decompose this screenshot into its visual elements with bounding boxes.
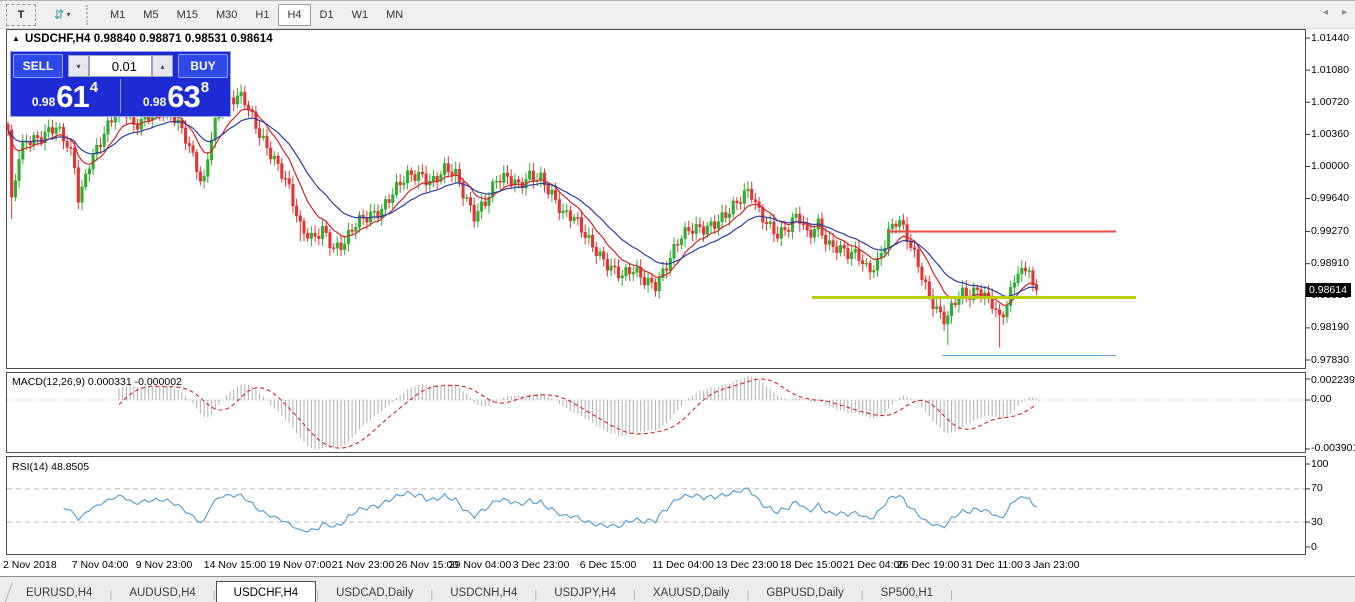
- time-axis-label: 11 Dec 04:00: [652, 559, 714, 571]
- price-tick-label: 0.99270: [1311, 225, 1349, 237]
- macd-value-main: 0.000331: [88, 376, 132, 388]
- macd-pane[interactable]: [6, 372, 1306, 453]
- time-axis-label: 7 Nov 04:00: [72, 559, 129, 571]
- rsi-indicator-label: RSI(14) 48.8505: [12, 461, 89, 473]
- time-axis-label: 13 Dec 23:00: [716, 559, 778, 571]
- volume-input[interactable]: 0.01: [89, 55, 152, 77]
- time-axis-label: 2 Nov 2018: [3, 559, 57, 571]
- chart-tab-gbpusd-daily[interactable]: GBPUSD,Daily: [749, 583, 860, 602]
- chart-symbol-header: ▲ USDCHF,H4 0.98840 0.98871 0.98531 0.986…: [12, 33, 273, 45]
- price-tick-label: 1.00000: [1311, 160, 1349, 172]
- mt4-application-window: T ⇵ ▾ M1M5M15M30H1H4D1W1MN ▲ USDCHF,H4 0.…: [0, 0, 1355, 602]
- time-axis-label: 6 Dec 15:00: [580, 559, 637, 571]
- time-axis-label: 3 Dec 23:00: [513, 559, 570, 571]
- price-tick-label: 0.99640: [1311, 192, 1349, 204]
- one-click-trading-panel: SELL ▾ 0.01 ▴ BUY 0.98 61 4 0.98 63 8: [10, 51, 231, 117]
- ohlc-open: 0.98840: [94, 33, 136, 45]
- sell-quote[interactable]: 0.98 61 4: [13, 79, 117, 113]
- sell-price-small: 0.98: [32, 95, 55, 109]
- tab-scroll-left-icon[interactable]: ◂: [1323, 7, 1328, 18]
- tab-scroll-controls: ◂ ▸: [1323, 7, 1347, 18]
- symbol-label: USDCHF,H4: [25, 33, 90, 45]
- buy-price-big: 63: [167, 82, 199, 112]
- timeframe-button-w1[interactable]: W1: [343, 4, 378, 26]
- sell-price-big: 61: [56, 82, 88, 112]
- current-price-tag: 0.98614: [1306, 283, 1351, 297]
- rsi-pane[interactable]: [6, 456, 1306, 555]
- buy-price-sup: 8: [201, 79, 209, 96]
- rsi-name: RSI(14): [12, 461, 48, 473]
- timeframe-button-m5[interactable]: M5: [134, 4, 167, 26]
- macd-axis-bottom: -0.003901: [1311, 442, 1355, 454]
- chart-tab-sp500-h1[interactable]: SP500,H1: [864, 583, 950, 602]
- macd-indicator-label: MACD(12,26,9) 0.000331 -0.000002: [12, 376, 182, 388]
- volume-increase-button[interactable]: ▴: [152, 55, 173, 77]
- cycle-arrows-icon: ⇵: [54, 7, 65, 23]
- toolbar: T ⇵ ▾ M1M5M15M30H1H4D1W1MN: [0, 1, 1355, 29]
- price-tick-label: 1.00360: [1311, 128, 1349, 140]
- timeframe-button-m30[interactable]: M30: [207, 4, 246, 26]
- price-tick-label: 1.01080: [1311, 64, 1349, 76]
- text-tool-button[interactable]: T: [6, 4, 36, 26]
- timeframe-button-mn[interactable]: MN: [377, 4, 412, 26]
- timeframe-button-group: M1M5M15M30H1H4D1W1MN: [101, 4, 412, 26]
- time-axis-label: 18 Dec 15:00: [780, 559, 842, 571]
- rsi-axis-label: 30: [1311, 516, 1323, 528]
- timeframe-button-h4[interactable]: H4: [278, 4, 310, 26]
- collapse-triangle-icon[interactable]: ▲: [12, 34, 20, 43]
- tab-separator: |: [950, 589, 953, 602]
- rsi-value: 48.8505: [51, 461, 89, 473]
- price-tick-label: 1.01440: [1311, 32, 1349, 44]
- time-axis-label: 21 Nov 23:00: [332, 559, 394, 571]
- tab-scroll-right-icon[interactable]: ▸: [1342, 7, 1347, 18]
- chart-tab-usdcad-daily[interactable]: USDCAD,Daily: [319, 583, 430, 602]
- macd-axis-top: 0.002239: [1311, 374, 1355, 386]
- chevron-down-icon[interactable]: ▾: [66, 10, 70, 19]
- ohlc-close: 0.98614: [231, 33, 273, 45]
- rsi-axis-label: 0: [1311, 541, 1317, 553]
- ohlc-high: 0.98871: [139, 33, 181, 45]
- time-axis-label: 9 Nov 23:00: [136, 559, 193, 571]
- time-axis-label: 29 Nov 04:00: [449, 559, 511, 571]
- ohlc-low: 0.98531: [185, 33, 227, 45]
- sell-price-sup: 4: [90, 79, 98, 96]
- chart-tab-bar: EURUSD,H4|AUDUSD,H4|USDCHF,H4|USDCAD,Dai…: [0, 576, 1355, 602]
- buy-quote[interactable]: 0.98 63 8: [124, 79, 228, 113]
- rsi-axis-label: 100: [1311, 458, 1329, 470]
- buy-price-small: 0.98: [143, 95, 166, 109]
- macd-axis-zero: 0.00: [1311, 393, 1331, 405]
- chart-tab-xauusd-daily[interactable]: XAUUSD,Daily: [636, 583, 747, 602]
- price-tick-label: 0.98910: [1311, 257, 1349, 269]
- timeframe-button-m1[interactable]: M1: [101, 4, 134, 26]
- volume-decrease-button[interactable]: ▾: [68, 55, 89, 77]
- quote-divider: [120, 79, 121, 113]
- time-axis-label: 26 Dec 19:00: [897, 559, 959, 571]
- timeframe-button-h1[interactable]: H1: [246, 4, 278, 26]
- price-tick-label: 0.97830: [1311, 354, 1349, 366]
- price-tick-label: 1.00720: [1311, 96, 1349, 108]
- timeframe-button-m15[interactable]: M15: [168, 4, 207, 26]
- time-axis-label: 14 Nov 15:00: [204, 559, 266, 571]
- chart-tab-usdchf-h4[interactable]: USDCHF,H4: [216, 581, 317, 602]
- sell-button[interactable]: SELL: [13, 54, 63, 78]
- price-tick-label: 0.98190: [1311, 321, 1349, 333]
- macd-value-signal: -0.000002: [135, 376, 182, 388]
- rsi-axis-label: 70: [1311, 482, 1323, 494]
- time-axis-label: 31 Dec 11:00: [961, 559, 1023, 571]
- time-axis-label: 3 Jan 23:00: [1025, 559, 1080, 571]
- time-axis[interactable]: 2 Nov 2018 7 Nov 04:00 9 Nov 23:00 14 Nov 1…: [0, 555, 1355, 576]
- chart-cycle-button[interactable]: ⇵ ▾: [47, 4, 77, 26]
- buy-button[interactable]: BUY: [178, 54, 228, 78]
- chart-tab-audusd-h4[interactable]: AUDUSD,H4: [112, 583, 212, 602]
- time-axis-label: 19 Nov 07:00: [269, 559, 331, 571]
- macd-name: MACD(12,26,9): [12, 376, 85, 388]
- timeframe-button-d1[interactable]: D1: [311, 4, 343, 26]
- chart-tab-eurusd-h4[interactable]: EURUSD,H4: [9, 583, 109, 602]
- chart-tab-usdcnh-h4[interactable]: USDCNH,H4: [433, 583, 534, 602]
- chart-tab-usdjpy-h4[interactable]: USDJPY,H4: [537, 583, 633, 602]
- toolbar-separator: [86, 5, 95, 25]
